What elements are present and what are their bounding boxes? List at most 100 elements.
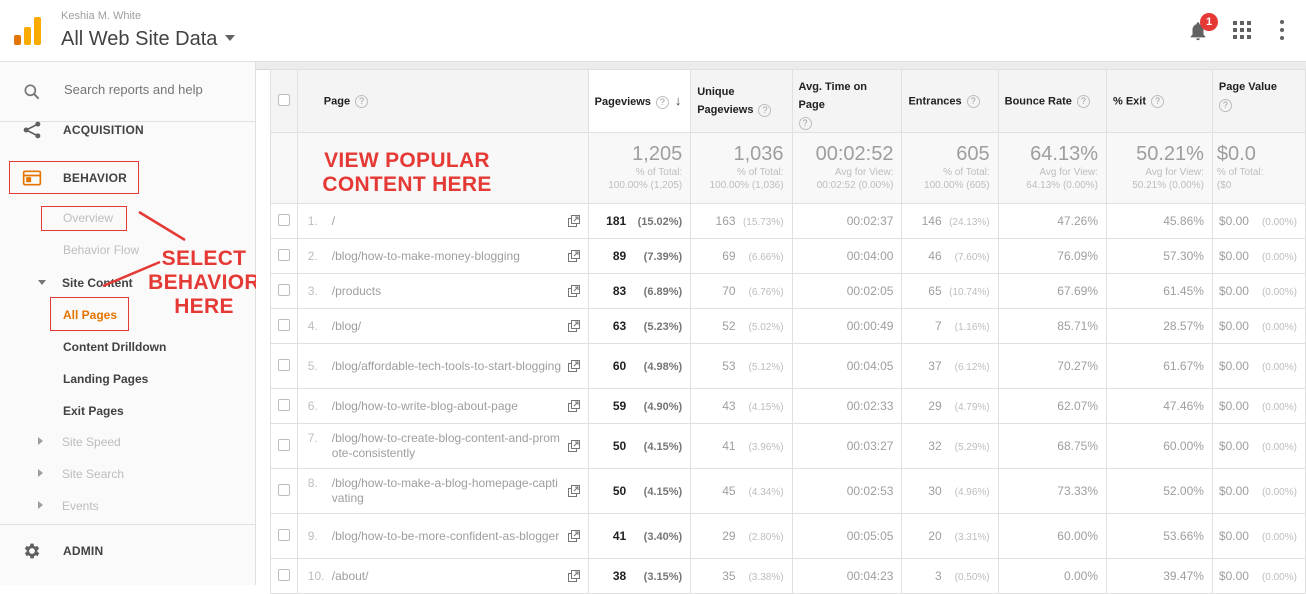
sidebar-item-behavior-flow[interactable]: Behavior Flow — [63, 243, 139, 257]
table-row[interactable]: 1. / 181 (15.02%) 163 (15.73%) 00:02:37 146 (24.… — [270, 203, 1306, 239]
page-link[interactable]: /about/ — [332, 569, 564, 584]
help-icon[interactable]: ? — [1076, 94, 1090, 108]
row-checkbox[interactable] — [277, 483, 290, 496]
row-checkbox[interactable] — [277, 213, 290, 226]
row-checkbox[interactable] — [277, 248, 290, 261]
table-row[interactable]: 3. /products 83 (6.89%) 70 (6.76%) 00:02:05 65 (… — [270, 273, 1306, 309]
page-link[interactable]: /blog/how-to-make-a-blog-homepage-captiv… — [332, 476, 564, 506]
select-all-checkbox[interactable] — [277, 93, 290, 106]
table-row[interactable]: 8. /blog/how-to-make-a-blog-homepage-capt… — [270, 468, 1306, 514]
row-checkbox[interactable] — [277, 398, 290, 411]
table-row[interactable]: 9. /blog/how-to-be-more-confident-as-blog… — [270, 513, 1306, 559]
column-header-avg-time[interactable]: Avg. Time on Page? — [791, 69, 903, 133]
caret-down-icon — [225, 34, 236, 41]
open-external-icon[interactable] — [567, 400, 580, 412]
column-header-bounce-rate[interactable]: Bounce Rate? — [997, 69, 1108, 133]
sidebar-item-events[interactable]: Events — [62, 499, 99, 513]
sidebar-item-acquisition[interactable]: ACQUISITION — [0, 115, 256, 145]
table-row[interactable]: 6. /blog/how-to-write-blog-about-page 59 (4… — [270, 388, 1306, 424]
open-external-icon[interactable] — [567, 485, 580, 497]
page-value-percent: (0.00%) — [1261, 487, 1297, 498]
page-link[interactable]: / — [332, 214, 564, 229]
column-header-exit[interactable]: % Exit? — [1106, 69, 1213, 133]
sidebar-item-exit-pages[interactable]: Exit Pages — [63, 404, 124, 418]
unique-pageviews-value: 53 — [722, 359, 736, 373]
column-header-page-value[interactable]: Page Value? — [1211, 69, 1306, 133]
help-icon[interactable]: ? — [1151, 94, 1165, 108]
row-checkbox[interactable] — [277, 318, 290, 331]
table-row[interactable]: 10. /about/38 (3.15%) 35 (3.38%) 00:04:23 3 (0.… — [270, 558, 1306, 594]
page-link[interactable]: /blog/affordable-tech-tools-to-start-blo… — [332, 359, 564, 374]
column-header-page[interactable]: Page? — [296, 69, 589, 133]
help-icon[interactable]: ? — [966, 94, 980, 108]
row-checkbox[interactable] — [277, 528, 290, 541]
pageviews-cell: 83 (6.89%) — [587, 273, 692, 309]
totals-avg-time-value: 00:02:52 — [815, 143, 894, 165]
help-icon[interactable]: ? — [355, 94, 369, 108]
open-external-icon[interactable] — [567, 250, 580, 262]
help-icon[interactable]: ? — [655, 95, 669, 109]
row-number: 8. — [307, 476, 318, 490]
open-external-icon[interactable] — [567, 570, 580, 582]
page-link[interactable]: /blog/ — [332, 319, 564, 334]
column-header-pageviews[interactable]: Pageviews? ↓ — [587, 69, 692, 133]
sidebar: ACQUISITION BEHAVIOR Overview Behavior F… — [0, 62, 256, 585]
row-number: 10. — [307, 568, 325, 583]
row-number: 9. — [307, 528, 318, 543]
page-value-cell: $0.00 (0.00%) — [1211, 238, 1306, 274]
column-header-unique-pageviews[interactable]: Unique Pageviews? — [690, 69, 793, 133]
sidebar-item-content-drilldown[interactable]: Content Drilldown — [63, 340, 166, 354]
column-header-entrances-label: Entrances — [908, 94, 962, 107]
apps-grid-icon[interactable] — [1233, 21, 1251, 39]
page-link[interactable]: /blog/how-to-write-blog-about-page — [332, 399, 564, 414]
page-value-cell: $0.00 (0.00%) — [1211, 558, 1306, 594]
search-input[interactable] — [64, 82, 244, 97]
annotation-view-popular: VIEW POPULAR CONTENT HERE — [322, 149, 492, 196]
column-header-exit-label: % Exit — [1113, 94, 1147, 107]
table-row[interactable]: 7. /blog/how-to-create-blog-content-and-p… — [270, 423, 1306, 469]
open-external-icon[interactable] — [567, 530, 580, 542]
page-cell: 8. /blog/how-to-make-a-blog-homepage-capt… — [296, 468, 589, 514]
help-icon[interactable]: ? — [1218, 98, 1232, 112]
unique-pageviews-percent: (15.73%) — [742, 217, 784, 228]
column-header-page-label: Page — [323, 94, 351, 107]
open-external-icon[interactable] — [567, 440, 580, 452]
open-external-icon[interactable] — [567, 360, 580, 372]
sidebar-item-site-search[interactable]: Site Search — [62, 467, 124, 481]
open-external-icon[interactable] — [567, 320, 580, 332]
table-row[interactable]: 5. /blog/affordable-tech-tools-to-start-b… — [270, 343, 1306, 389]
view-selector[interactable]: All Web Site Data — [61, 28, 236, 51]
entrances-value: 29 — [928, 399, 942, 413]
help-icon[interactable]: ? — [798, 116, 812, 130]
totals-exit-sub: Avg for View: 50.21% (0.00%) — [1132, 167, 1204, 191]
row-checkbox[interactable] — [277, 438, 290, 451]
sort-descending-icon[interactable]: ↓ — [675, 93, 682, 108]
sidebar-item-admin[interactable]: ADMIN — [0, 536, 256, 566]
pageviews-percent: (15.02%) — [637, 216, 683, 228]
more-options-icon[interactable] — [1279, 20, 1285, 40]
open-external-icon[interactable] — [567, 285, 580, 297]
help-icon[interactable]: ? — [758, 103, 772, 117]
analytics-logo-icon[interactable] — [14, 17, 42, 45]
unique-pageviews-value: 52 — [722, 319, 736, 333]
search-icon — [24, 84, 40, 100]
sidebar-item-landing-pages[interactable]: Landing Pages — [63, 372, 148, 386]
sidebar-item-site-content[interactable]: Site Content — [62, 276, 133, 290]
page-link[interactable]: /products — [332, 284, 564, 299]
open-external-icon[interactable] — [567, 215, 580, 227]
totals-value-value: $0.0 — [1216, 143, 1256, 165]
page-link[interactable]: /blog/how-to-make-money-blogging — [332, 249, 564, 264]
row-checkbox[interactable] — [277, 358, 290, 371]
table-row[interactable]: 2. /blog/how-to-make-money-blogging 89 (7.3… — [270, 238, 1306, 274]
page-link[interactable]: /blog/how-to-be-more-confident-as-blogge… — [332, 529, 564, 544]
pageviews-value: 38 — [612, 569, 627, 583]
row-checkbox[interactable] — [277, 283, 290, 296]
row-checkbox[interactable] — [277, 568, 290, 581]
pageviews-cell: 50 (4.15%) — [587, 423, 692, 469]
page-link[interactable]: /blog/how-to-create-blog-content-and-pro… — [332, 431, 564, 461]
page-cell: 9. /blog/how-to-be-more-confident-as-blog… — [296, 513, 589, 559]
expand-right-icon — [38, 469, 43, 477]
table-row[interactable]: 4. /blog/63 (5.23%) 52 (5.02%) 00:00:49 7 (1.16… — [270, 308, 1306, 344]
sidebar-item-site-speed[interactable]: Site Speed — [62, 435, 121, 449]
column-header-entrances[interactable]: Entrances? — [901, 69, 999, 133]
